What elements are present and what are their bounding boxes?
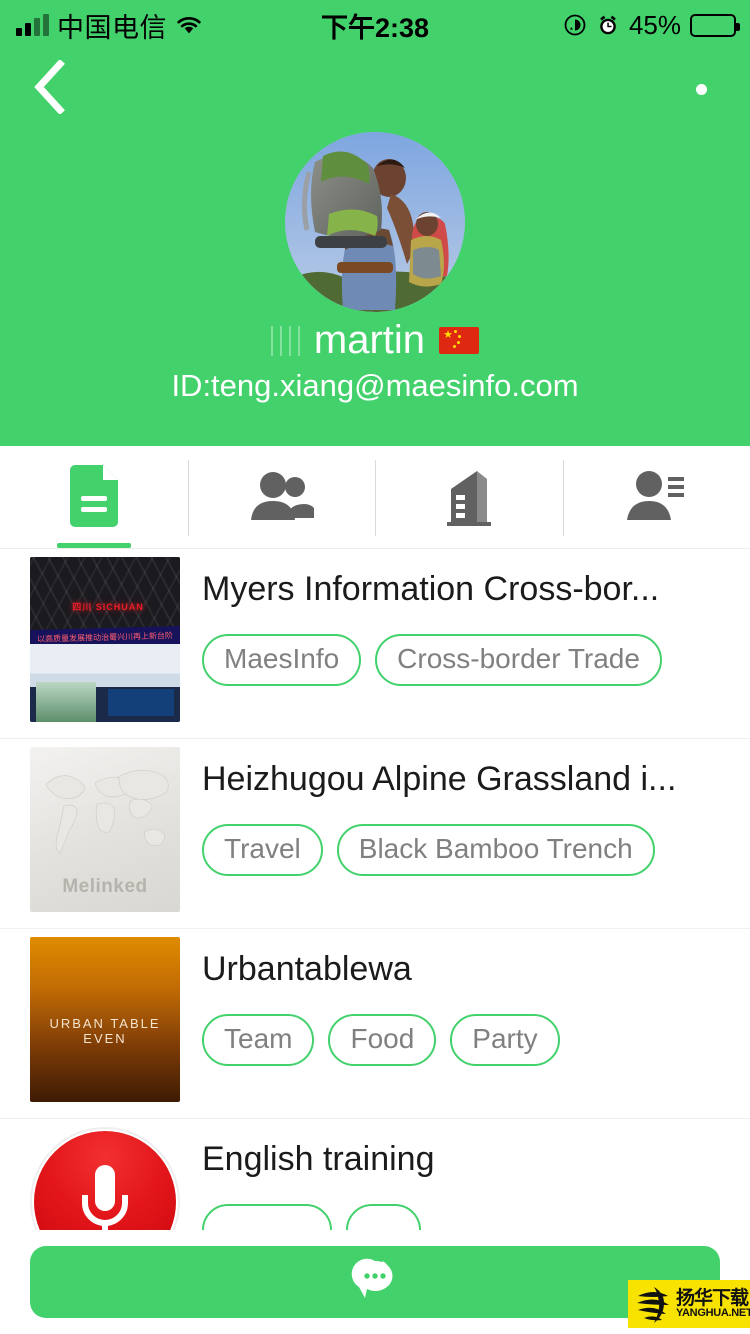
list-item[interactable]: URBAN TABLE EVEN Urbantablewa Team Food …	[0, 929, 750, 1119]
tag-chip[interactable]: Travel	[202, 824, 323, 877]
avatar[interactable]	[285, 132, 465, 312]
profile-screen: 中国电信 下午2:38 45% martin ★ ID:teng.xiang@m…	[0, 0, 750, 1334]
cn-flag-icon: ★	[439, 327, 480, 354]
more-options-button[interactable]	[670, 58, 732, 120]
expo-booth	[30, 644, 180, 722]
more-options-icon	[695, 83, 707, 95]
chat-bubble-icon	[349, 1254, 401, 1311]
battery-percent-label: 45%	[628, 9, 681, 40]
missing-glyph-marks	[270, 324, 300, 358]
tab-groups[interactable]	[187, 448, 376, 548]
list-item-thumbnail[interactable]: URBAN TABLE EVEN	[30, 937, 180, 1102]
watermark-en: YANGHUA.NET	[676, 1307, 750, 1319]
thumbnail-caption: URBAN TABLE EVEN	[49, 1016, 161, 1047]
profile-header: 中国电信 下午2:38 45% martin ★ ID:teng.xiang@m…	[0, 0, 750, 446]
list-item[interactable]: 四川 SICHUAN 以高质量发展推动治蜀兴川再上新台阶 Myers Infor…	[0, 549, 750, 739]
site-watermark: 扬华下载 YANGHUA.NET	[628, 1280, 750, 1328]
battery-icon	[690, 13, 740, 37]
expo-sign-text: 四川 SICHUAN	[72, 602, 144, 612]
rotation-lock-icon	[563, 13, 587, 37]
post-list[interactable]: 四川 SICHUAN 以高质量发展推动治蜀兴川再上新台阶 Myers Infor…	[0, 549, 750, 1334]
tag-chip[interactable]: Party	[450, 1014, 560, 1067]
list-item-title: English training	[202, 1141, 435, 1178]
avatar-photo	[285, 132, 465, 312]
tab-company[interactable]	[375, 448, 563, 548]
list-item-body: Myers Information Cross-bor... MaesInfo …	[180, 557, 750, 687]
status-bar-right: 45%	[563, 0, 740, 50]
people-icon	[248, 468, 319, 529]
tab-posts[interactable]	[0, 448, 188, 548]
profile-name-row: martin ★	[0, 318, 750, 363]
list-item-thumbnail[interactable]: Melinked	[30, 747, 180, 912]
status-bar: 中国电信 下午2:38 45%	[0, 0, 750, 50]
world-map-icon	[45, 769, 169, 854]
profile-tabs	[0, 448, 750, 549]
tag-chip[interactable]: Team	[202, 1014, 315, 1067]
list-item-thumbnail[interactable]: 四川 SICHUAN 以高质量发展推动治蜀兴川再上新台阶	[30, 557, 180, 722]
list-item-tags: MaesInfo Cross-border Trade	[202, 634, 750, 687]
list-item[interactable]: Melinked Heizhugou Alpine Grassland i...…	[0, 739, 750, 929]
watermark-logo-icon	[636, 1286, 669, 1323]
profile-name: martin	[313, 318, 426, 362]
list-item-tags: Team Food Party	[202, 1014, 750, 1067]
list-item-title: Urbantablewa	[202, 951, 412, 988]
tag-chip[interactable]: Food	[328, 1014, 437, 1067]
tag-chip[interactable]: Black Bamboo Trench	[336, 824, 655, 877]
list-item-title: Heizhugou Alpine Grassland i...	[202, 761, 677, 798]
list-item-body: Heizhugou Alpine Grassland i... Travel B…	[180, 747, 750, 877]
thumbnail-watermark: Melinked	[62, 876, 148, 897]
chat-button[interactable]	[30, 1246, 720, 1318]
building-icon	[443, 465, 495, 532]
alarm-icon	[596, 13, 620, 37]
back-chevron-icon	[32, 58, 66, 119]
back-button[interactable]	[18, 58, 80, 120]
list-item-body: Urbantablewa Team Food Party	[180, 937, 750, 1067]
tag-chip[interactable]: MaesInfo	[202, 634, 362, 687]
watermark-text: 扬华下载 YANGHUA.NET	[676, 1289, 750, 1319]
active-tab-underline	[56, 543, 131, 548]
profile-id: ID:teng.xiang@maesinfo.com	[171, 368, 579, 403]
nav-bar	[0, 50, 750, 126]
watermark-cn: 扬华下载	[676, 1288, 749, 1309]
tag-chip[interactable]: Cross-border Trade	[375, 634, 662, 687]
list-item-tags: Travel Black Bamboo Trench	[202, 824, 750, 877]
tab-contact[interactable]	[562, 448, 750, 548]
document-icon	[66, 464, 122, 533]
list-item-title: Myers Information Cross-bor...	[202, 571, 660, 608]
person-details-icon	[625, 468, 687, 529]
